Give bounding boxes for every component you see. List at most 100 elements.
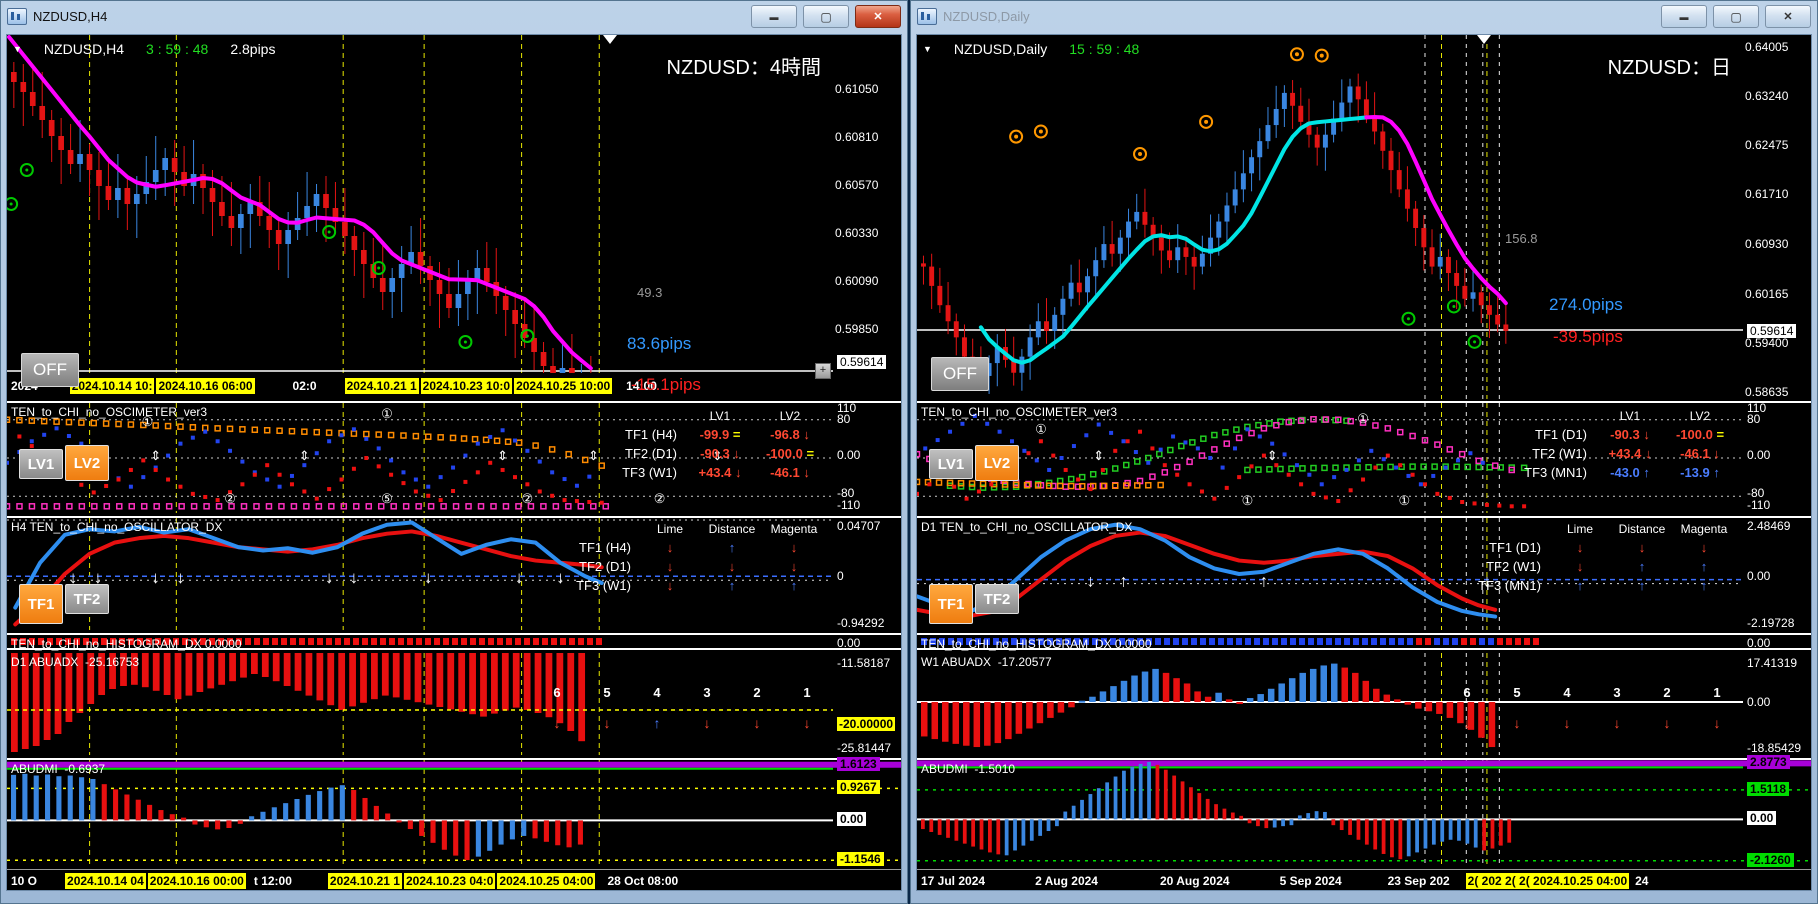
off-button[interactable]: OFF	[931, 357, 989, 391]
oscimeter-panel[interactable]: TEN_to_CHI_no_OSCIMETER_ver3 LV1 LV2 LV1…	[917, 401, 1811, 513]
bottom-date-axis: 10 O 2024.10.14 04 2024.10.16 00:00 t 12:00…	[7, 869, 901, 890]
direction-arrow: ↓	[790, 540, 798, 555]
tf-row-label: TF1 (H4)	[579, 540, 631, 555]
window-title: NZDUSD,H4	[33, 9, 108, 24]
axis-value: 80	[1747, 412, 1761, 426]
axis-value: -2.19728	[1747, 616, 1795, 630]
abuadx-count-row: 6 5 4 3 2 1	[1457, 685, 1727, 700]
direction-arrow: ↑	[1576, 578, 1584, 593]
svg-text:②: ②	[654, 491, 666, 506]
count-number: 2	[753, 685, 761, 700]
date-label-highlighted: 2( 202 2( 2( 2024.10.25 04:00	[1465, 873, 1630, 889]
titlebar[interactable]: NZDUSD,H4	[1, 1, 907, 32]
lv2-button[interactable]: LV2	[975, 445, 1019, 481]
ma-distance-label: 156.8	[1505, 231, 1538, 246]
direction-arrow: ↓	[1700, 540, 1708, 555]
titlebar[interactable]: NZDUSD,Daily	[911, 1, 1817, 32]
oscillator-table: Lime Distance Magenta TF1 (D1) ↓ ↓ ↓ TF2 (W1) ↓ ↑…	[1463, 522, 1735, 593]
direction-arrow: ↓	[728, 559, 736, 574]
date-label: 23 Sep 202	[1387, 874, 1450, 888]
date-label: 2 Aug 2024	[1035, 874, 1098, 888]
minimize-button[interactable]	[1661, 5, 1707, 28]
chart-window-h4: NZDUSD,H4 ▼ NZDUSD,H4 3 : 59 : 48 2.8pip…	[0, 0, 908, 904]
price-tick: 0.60330	[835, 226, 879, 240]
date-label: 20 Aug 2024	[1159, 874, 1230, 888]
oscillator-panel[interactable]: H4 TEN_to_CHI_no_OSCILLATOR_DX TF1 TF2 L…	[7, 516, 901, 630]
main-chart-panel[interactable]: ▼ NZDUSD,Daily 15 : 59 : 48 NZDUSD：日 0.6…	[917, 35, 1811, 399]
axis-value: -11.58187	[837, 656, 891, 670]
svg-text:②: ②	[224, 491, 236, 506]
oscimeter-panel[interactable]: TEN_to_CHI_no_OSCIMETER_ver3 LV1 LV2 LV1…	[7, 401, 901, 513]
tf1-button[interactable]: TF1	[19, 584, 63, 624]
direction-arrow: ↓	[1613, 715, 1621, 731]
chart-icon	[7, 8, 27, 25]
off-button[interactable]: OFF	[21, 353, 79, 387]
tf-row-label: TF2 (W1)	[1532, 446, 1587, 461]
date-label: t 12:00	[253, 874, 292, 888]
axis-value: 0.00	[1747, 695, 1771, 709]
dropdown-triangle-icon[interactable]: ▼	[13, 44, 22, 54]
abuadx-panel[interactable]: W1 ABUADX -17.20577 6 5 4 3 2 1 ↓ ↓ ↓ ↓ ↓ ↓ 17.413…	[917, 653, 1811, 757]
close-button[interactable]	[1765, 5, 1811, 28]
column-header: LV2	[779, 409, 801, 423]
axis-value: 2.48469	[1747, 519, 1791, 533]
direction-arrow: ↓	[1663, 715, 1671, 731]
lv2-button[interactable]: LV2	[65, 445, 109, 481]
price-tick: 0.63240	[1745, 88, 1789, 103]
tf2-button[interactable]: TF2	[975, 584, 1019, 614]
tf-value: +43.4 ↓	[698, 465, 742, 480]
oscillator-table: Lime Distance Magenta TF1 (H4) ↓ ↑ ↓ TF2 (D1) ↓ ↓…	[553, 522, 825, 593]
lv1-button[interactable]: LV1	[929, 449, 973, 479]
price-tick: 0.61710	[1745, 187, 1789, 202]
column-header: Magenta	[770, 522, 818, 536]
abuadx-count-row: 6 5 4 3 2 1	[547, 685, 817, 700]
tf1-button[interactable]: TF1	[929, 584, 973, 624]
svg-text:↑: ↑	[1260, 572, 1269, 591]
tf2-button[interactable]: TF2	[65, 584, 109, 614]
count-number: 1	[803, 685, 811, 700]
level-value-label: 0.00	[1747, 811, 1777, 826]
direction-arrow: ↓	[666, 559, 674, 574]
axis-value: 0.00	[1747, 636, 1771, 650]
level-value-label: 0.00	[837, 812, 867, 827]
date-label: 28 Oct 08:00	[607, 874, 679, 888]
tf-value: -46.1 ↓	[1680, 446, 1720, 461]
tf-value: -46.1 ↓	[770, 465, 810, 480]
bottom-date-axis: 17 Jul 2024 2 Aug 2024 20 Aug 2024 5 Sep 20…	[917, 869, 1811, 890]
close-button[interactable]	[855, 5, 901, 28]
minimize-button[interactable]	[751, 5, 797, 28]
pips-up-label: 274.0pips	[1549, 295, 1623, 314]
price-tick: 0.60570	[835, 178, 879, 192]
date-label: 24	[1635, 874, 1649, 888]
oscillator-panel[interactable]: D1 TEN_to_CHI_no_OSCILLATOR_DX TF1 TF2 L…	[917, 516, 1811, 630]
abudmi-panel[interactable]: ABUDMI -1.5010 2.8773 1.5118 0.00 -2.1260	[917, 755, 1811, 867]
axis-value: -110	[837, 498, 861, 512]
lv1-button[interactable]: LV1	[19, 449, 63, 479]
histogram-strip: TEN_to_CHI_no_HISTOGRAM_DX 0.0000 0.00	[917, 633, 1811, 651]
direction-arrow: ↓	[1638, 540, 1646, 555]
main-chart-panel[interactable]: ▼ NZDUSD,H4 3 : 59 : 48 2.8pips NZDUSD：4…	[7, 35, 901, 373]
price-tick: 0.58635	[1745, 384, 1789, 399]
direction-arrow: ↑	[653, 715, 661, 731]
restore-button[interactable]	[803, 5, 849, 28]
tf-row-label: TF3 (W1)	[576, 578, 631, 593]
svg-text:↓: ↓	[325, 568, 334, 587]
restore-button[interactable]	[1713, 5, 1759, 28]
abuadx-panel[interactable]: D1 ABUADX -25.16753 6 5 4 3 2 1 ↓ ↓ ↑ ↓ ↓ ↓ -11.58…	[7, 653, 901, 757]
abudmi-plot	[7, 760, 901, 867]
chart-window-daily: NZDUSD,Daily ▼ NZDUSD,Daily 15 : 59 : 48…	[910, 0, 1818, 904]
direction-arrow: ↓	[1463, 715, 1471, 731]
direction-arrow: ↓	[803, 715, 811, 731]
direction-arrow: ↑	[1700, 559, 1708, 574]
axis-value: 80	[837, 412, 851, 426]
dropdown-triangle-icon[interactable]: ▼	[923, 44, 932, 54]
svg-text:⇕: ⇕	[150, 448, 161, 463]
crosshair-icon[interactable]: +	[815, 363, 831, 379]
candlestick-chart	[7, 35, 833, 373]
direction-arrow: ↓	[1513, 715, 1521, 731]
abuadx-title: W1 ABUADX -17.20577	[921, 655, 1052, 669]
abudmi-panel[interactable]: ABUDMI -0.6937 1.6123 0.9267 0.00 -1.1546	[7, 756, 901, 867]
direction-arrow: ↓	[1576, 559, 1584, 574]
tf-row-label: TF1 (D1)	[1489, 540, 1541, 555]
axis-value: 0.04707	[837, 519, 881, 533]
